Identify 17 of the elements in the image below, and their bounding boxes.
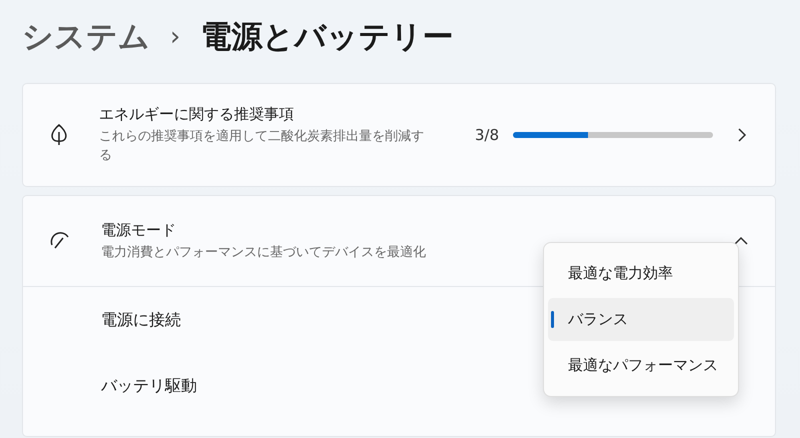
page-title: 電源とバッテリー: [200, 18, 454, 56]
power-mode-description: 電力消費とパフォーマンスに基づいてデバイスを最適化: [101, 244, 427, 262]
menu-item[interactable]: バランス: [548, 298, 734, 341]
chevron-icon[interactable]: [733, 236, 749, 246]
recommendations-description: これらの推奨事項を適用して二酸化炭素排出量を削減する: [99, 128, 425, 165]
breadcrumb-separator: ›: [170, 22, 180, 52]
chevron-right-icon: [737, 127, 747, 143]
menu-item[interactable]: 最適なパフォーマンス: [548, 344, 734, 387]
breadcrumb-parent[interactable]: システム: [22, 16, 150, 58]
gauge-icon: [49, 231, 71, 251]
recommendations-card[interactable]: エネルギーに関する推奨事項 これらの推奨事項を適用して二酸化炭素排出量を削減する 3/8: [22, 83, 776, 187]
progress-count: 3/8: [474, 126, 499, 144]
power-mode-title: 電源モード: [101, 220, 177, 240]
setting-label: 電源に接続: [101, 310, 181, 330]
recommendations-title: エネルギーに関する推奨事項: [99, 105, 295, 124]
setting-label: バッテリ駆動: [101, 376, 197, 396]
leaf-icon: [49, 123, 69, 147]
